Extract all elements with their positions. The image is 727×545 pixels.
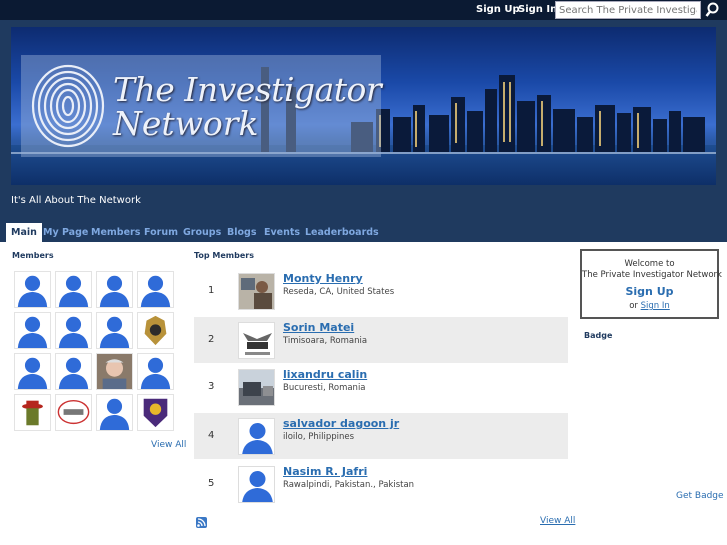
member-rank: 3 [208, 381, 215, 392]
member-name-link[interactable]: Sorin Matei [283, 321, 354, 334]
tab-main[interactable]: Main [6, 223, 42, 242]
top-member-row: 1 Monty Henry Reseda, CA, United States [194, 268, 568, 314]
member-rank: 1 [208, 285, 215, 296]
network-name-text: The Private Investigator Network [582, 270, 722, 280]
member-thumbnail[interactable] [14, 271, 51, 308]
member-thumbnail[interactable] [137, 312, 174, 349]
fingerprint-icon [29, 63, 107, 152]
default-avatar-icon [242, 471, 273, 502]
member-rank: 5 [208, 478, 215, 489]
member-avatar[interactable] [238, 369, 275, 406]
sidebar-signin-link[interactable]: Sign In [641, 301, 670, 311]
welcome-box: Welcome to The Private Investigator Netw… [580, 249, 722, 319]
member-location: Bucuresti, Romania [283, 383, 366, 393]
member-name-link[interactable]: Nasim R. Jafri [283, 465, 367, 478]
logo-title-line1: The Investigator [113, 70, 382, 109]
top-member-row: 2 Sorin Matei Timisoara, Romania [194, 317, 568, 363]
get-badge-link[interactable]: Get Badge [676, 491, 724, 501]
member-thumbnail[interactable] [96, 312, 133, 349]
top-member-row: 5 Nasim R. Jafri Rawalpindi, Pakistan., … [194, 461, 568, 507]
top-members-title: Top Members [194, 251, 254, 260]
top-signup-link[interactable]: Sign Up [476, 4, 520, 15]
member-thumbnail[interactable] [14, 353, 51, 390]
tab-groups[interactable]: Groups [178, 223, 226, 242]
default-avatar-icon [242, 423, 273, 454]
member-location: Reseda, CA, United States [283, 287, 395, 297]
top-bar: Sign Up Sign In [0, 0, 727, 20]
member-thumbnail[interactable] [14, 312, 51, 349]
member-thumbnail[interactable] [55, 353, 92, 390]
tab-forum[interactable]: Forum [139, 223, 183, 242]
member-thumbnail[interactable] [14, 394, 51, 431]
tab-blogs[interactable]: Blogs [222, 223, 261, 242]
search-icon[interactable] [703, 1, 723, 19]
site-header: The Investigator Network It's All About … [0, 20, 727, 242]
top-signin-link[interactable]: Sign In [518, 4, 557, 15]
member-location: iloilo, Philippines [283, 432, 355, 442]
or-signin-line: or Sign In [582, 301, 717, 311]
or-text: or [629, 301, 638, 311]
member-thumbnail[interactable] [55, 312, 92, 349]
member-thumbnail[interactable] [137, 353, 174, 390]
sidebar-signup-link[interactable]: Sign Up [582, 285, 717, 298]
member-location: Rawalpindi, Pakistan., Pakistan [283, 480, 415, 490]
logo-title-line2: Network [113, 104, 259, 143]
member-thumbnail[interactable] [137, 394, 174, 431]
welcome-text: Welcome to [624, 259, 675, 269]
member-name-link[interactable]: lixandru calin [283, 368, 367, 381]
top-member-row: 3 lixandru calin Bucuresti, Romania [194, 364, 568, 410]
member-rank: 2 [208, 334, 215, 345]
header-banner[interactable]: The Investigator Network [11, 27, 716, 185]
badge-title: Badge [584, 331, 613, 340]
top-member-row: 4 salvador dagoon jr iloilo, Philippines [194, 413, 568, 459]
logo[interactable]: The Investigator Network [21, 55, 382, 157]
top-members-view-all-link[interactable]: View All [540, 516, 575, 526]
member-avatar[interactable] [238, 466, 275, 503]
member-thumbnail[interactable] [55, 271, 92, 308]
members-view-all-link[interactable]: View All [151, 440, 186, 450]
member-avatar[interactable] [238, 418, 275, 455]
member-avatar[interactable] [238, 322, 275, 359]
member-thumbnail[interactable] [137, 271, 174, 308]
member-thumbnail[interactable] [96, 271, 133, 308]
member-thumbnail[interactable] [96, 394, 133, 431]
tab-events[interactable]: Events [259, 223, 305, 242]
tab-leaderboards[interactable]: Leaderboards [300, 223, 384, 242]
member-thumbnail[interactable] [55, 394, 92, 431]
member-location: Timisoara, Romania [283, 336, 368, 346]
tab-members[interactable]: Members [86, 223, 145, 242]
members-section-title: Members [12, 251, 54, 260]
search-input[interactable] [555, 1, 701, 19]
member-name-link[interactable]: salvador dagoon jr [283, 417, 399, 430]
site-tagline: It's All About The Network [11, 195, 141, 206]
member-avatar[interactable] [238, 273, 275, 310]
member-rank: 4 [208, 430, 215, 441]
member-thumbnail[interactable] [96, 353, 133, 390]
member-name-link[interactable]: Monty Henry [283, 272, 363, 285]
rss-icon[interactable] [196, 517, 207, 528]
